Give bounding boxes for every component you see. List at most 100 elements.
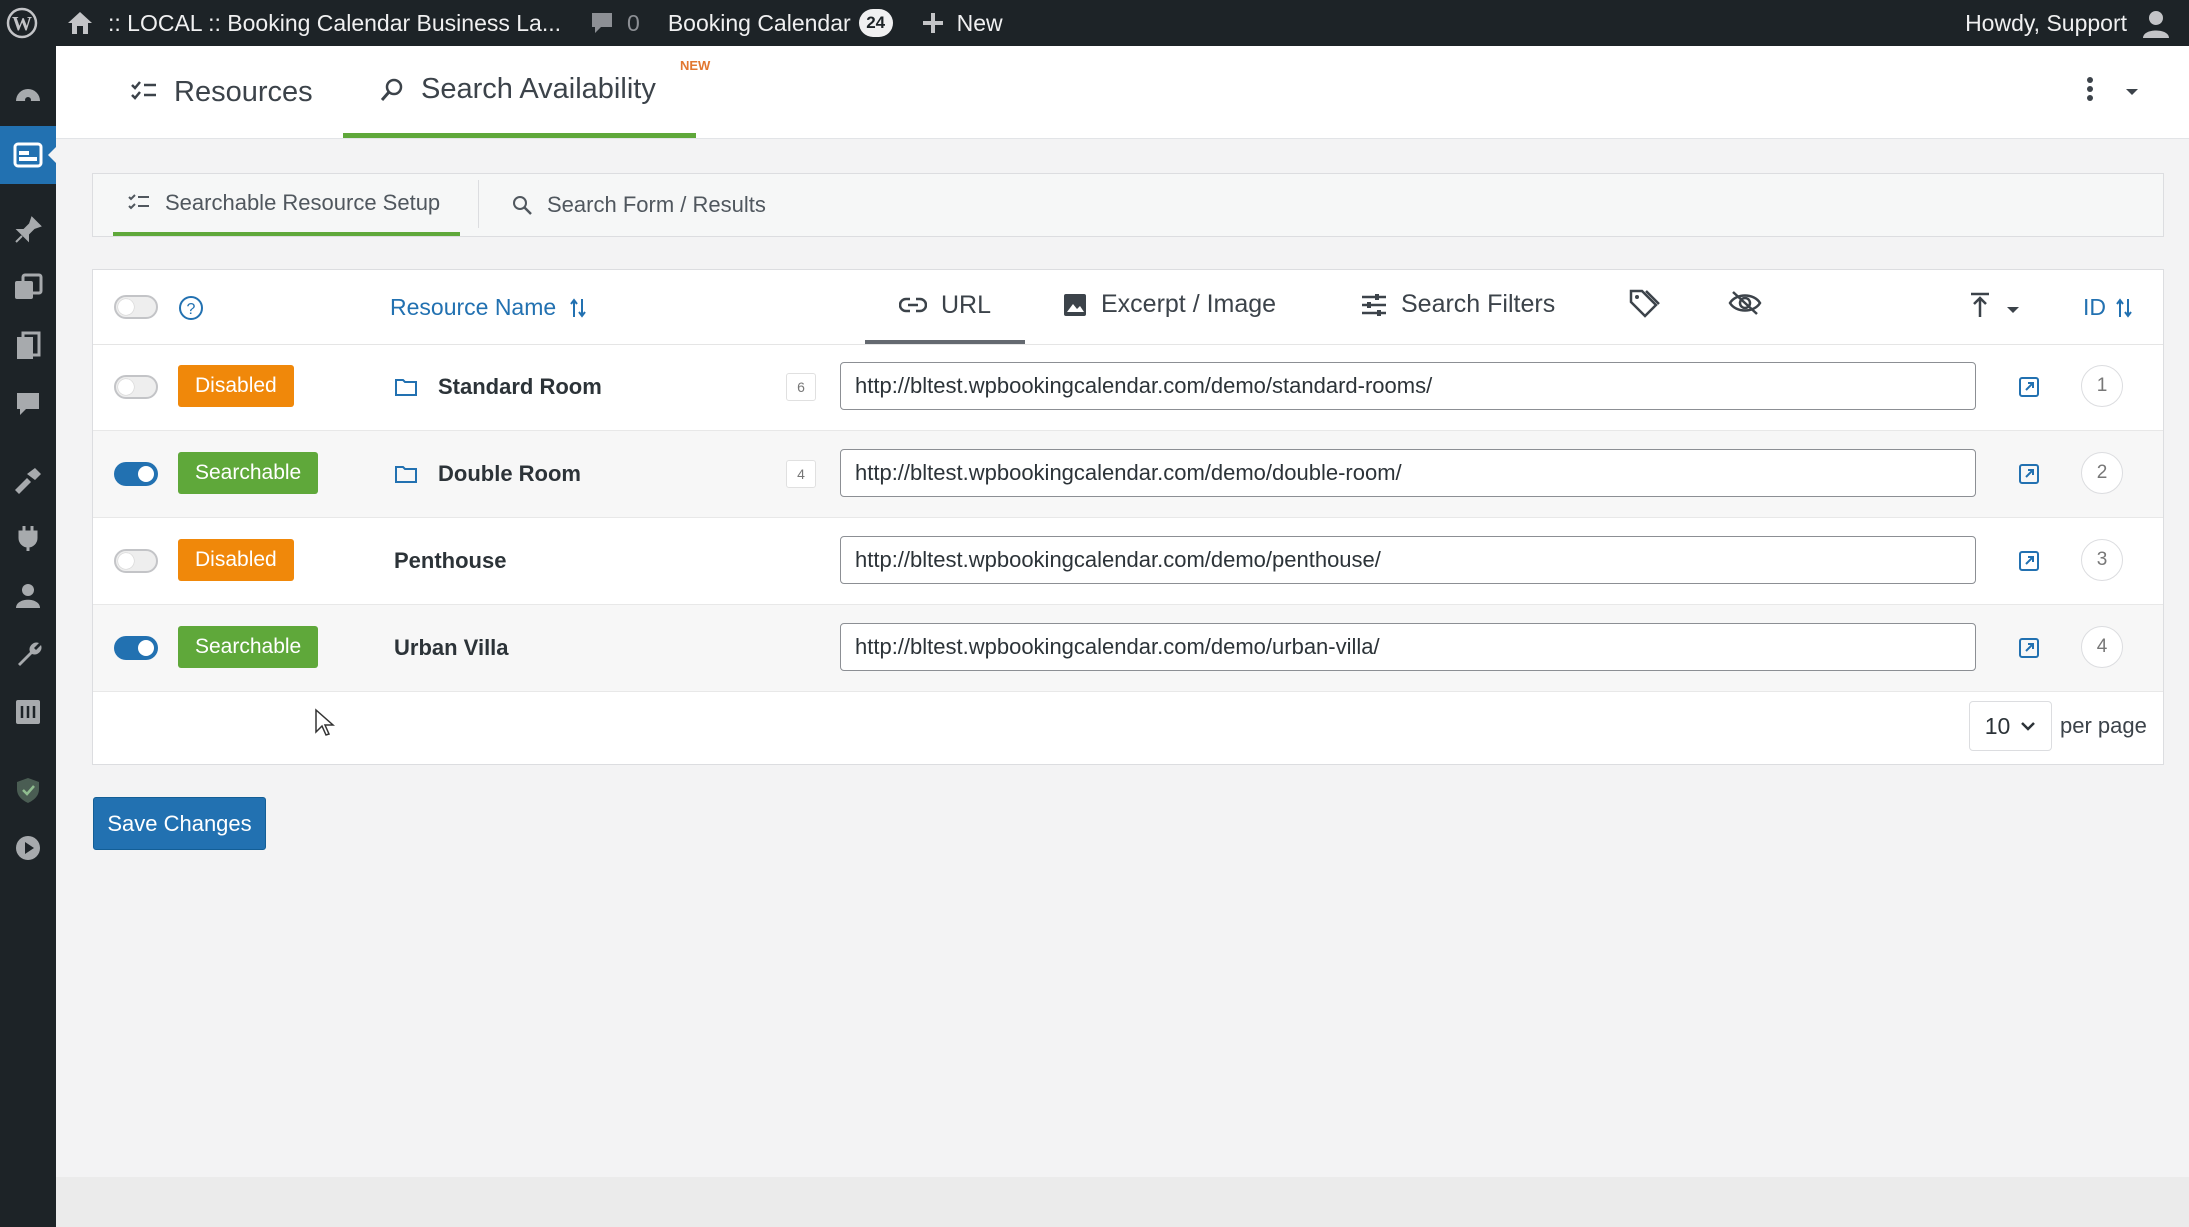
status-badge: Searchable	[178, 626, 319, 668]
tab-resources[interactable]: Resources	[130, 46, 313, 138]
shield-icon[interactable]	[0, 766, 56, 814]
help-icon[interactable]: ?	[178, 295, 204, 326]
booking-calendar-label: Booking Calendar	[667, 9, 851, 36]
tools-icon[interactable]	[0, 630, 56, 678]
settings-icon[interactable]	[0, 688, 56, 736]
select-all-toggle[interactable]	[114, 295, 158, 319]
table-row: Disabled Standard Room 6 1	[93, 344, 2163, 431]
search-icon	[513, 196, 532, 215]
comments-link[interactable]: 0	[575, 0, 654, 46]
resources-table: ? Resource Name URL Excerpt / Image Sear…	[92, 269, 2164, 765]
id-header-label: ID	[2083, 294, 2106, 320]
dashboard-icon[interactable]	[0, 70, 56, 118]
resource-name-text: Penthouse	[394, 548, 507, 573]
resource-id: 2	[2081, 452, 2123, 494]
avatar-icon	[2143, 11, 2169, 38]
checklist-icon	[131, 81, 156, 100]
svg-text:?: ?	[187, 301, 196, 318]
subtab-search-form-label: Search Form / Results	[547, 192, 766, 217]
table-header: ? Resource Name URL Excerpt / Image Sear…	[93, 270, 2163, 345]
subtab-search-form-results[interactable]: Search Form / Results	[511, 174, 766, 236]
resource-name: Urban Villa	[394, 635, 509, 661]
plugins-icon[interactable]	[0, 514, 56, 562]
sub-tabs: Searchable Resource Setup Search Form / …	[92, 173, 2164, 237]
caret-down-icon[interactable]	[2125, 84, 2139, 102]
status-badge: Searchable	[178, 452, 319, 494]
resource-name-sort-header[interactable]: Resource Name	[390, 294, 586, 321]
search-filters-header-label: Search Filters	[1401, 290, 1556, 318]
sort-icon	[570, 297, 586, 318]
column-tab-url[interactable]: URL	[865, 270, 1026, 344]
child-count-badge: 6	[786, 373, 816, 401]
column-options-caret-icon[interactable]	[2006, 302, 2020, 320]
url-header-label: URL	[941, 290, 992, 319]
tab-search-availability-label: Search Availability	[421, 73, 656, 105]
hidden-eye-icon[interactable]	[1728, 290, 1762, 321]
mouse-cursor-icon	[314, 708, 336, 743]
url-input[interactable]	[840, 623, 1976, 671]
row-enable-toggle[interactable]	[114, 462, 158, 486]
external-link-icon[interactable]	[2018, 550, 2040, 577]
save-changes-button[interactable]: Save Changes	[93, 797, 266, 850]
resource-name-text: Double Room	[438, 461, 581, 486]
status-badge: Disabled	[178, 365, 294, 407]
row-enable-toggle[interactable]	[114, 375, 158, 399]
external-link-icon[interactable]	[2018, 376, 2040, 403]
url-input[interactable]	[840, 362, 1976, 410]
id-sort-header[interactable]: ID	[2083, 294, 2132, 321]
column-tab-excerpt-image[interactable]: Excerpt / Image	[1063, 290, 1276, 319]
column-tab-search-filters[interactable]: Search Filters	[1361, 290, 1555, 319]
external-link-icon[interactable]	[2018, 463, 2040, 490]
home-icon	[68, 12, 92, 34]
search-icon	[380, 78, 403, 101]
resource-name: Standard Room	[394, 374, 602, 400]
external-link-icon[interactable]	[2018, 637, 2040, 664]
resource-id: 4	[2081, 626, 2123, 668]
subtab-divider	[478, 180, 479, 228]
per-page-select[interactable]: 10	[1969, 701, 2052, 751]
plugin-top-nav: Resources Search Availability NEW	[56, 46, 2189, 139]
my-account-link[interactable]: Howdy, Support	[1951, 0, 2189, 46]
row-enable-toggle[interactable]	[114, 549, 158, 573]
subtab-searchable-resource-setup[interactable]: Searchable Resource Setup	[113, 174, 461, 236]
url-input[interactable]	[840, 536, 1976, 584]
table-footer: 10 per page	[93, 691, 2163, 764]
footer-area	[56, 1177, 2189, 1227]
row-enable-toggle[interactable]	[114, 636, 158, 660]
excerpt-image-header-label: Excerpt / Image	[1101, 290, 1277, 318]
url-input[interactable]	[840, 449, 1976, 497]
resource-name-text: Standard Room	[438, 374, 602, 399]
site-name-link[interactable]: :: LOCAL :: Booking Calendar Business La…	[52, 0, 575, 46]
tags-icon[interactable]	[1628, 288, 1662, 323]
link-icon	[899, 297, 927, 313]
pin-icon[interactable]	[0, 206, 56, 254]
subtab-setup-label: Searchable Resource Setup	[165, 190, 441, 215]
per-page-value: 10	[1984, 712, 2011, 739]
tab-search-availability[interactable]: Search Availability NEW	[343, 46, 710, 138]
appearance-icon[interactable]	[0, 456, 56, 504]
media-icon[interactable]	[0, 264, 56, 312]
table-row: Disabled Penthouse 3	[93, 518, 2163, 605]
new-content-link[interactable]: New	[907, 0, 1017, 46]
table-row: Searchable Double Room 4 2	[93, 431, 2163, 518]
users-icon[interactable]	[0, 572, 56, 620]
play-icon[interactable]	[0, 824, 56, 872]
comments-icon[interactable]	[0, 380, 56, 428]
align-top-icon[interactable]	[1968, 292, 1992, 323]
more-options-icon[interactable]	[2086, 76, 2094, 107]
resource-id: 3	[2081, 539, 2123, 581]
pages-icon[interactable]	[0, 322, 56, 370]
booking-count-badge: 24	[858, 9, 893, 37]
booking-calendar-menu-icon[interactable]	[0, 126, 57, 184]
resource-id: 1	[2081, 365, 2123, 407]
checklist-icon	[128, 194, 149, 210]
howdy-text: Howdy, Support	[1965, 9, 2127, 36]
svg-text:W: W	[12, 13, 32, 35]
site-title: :: LOCAL :: Booking Calendar Business La…	[108, 9, 562, 36]
admin-bar: W :: LOCAL :: Booking Calendar Business …	[0, 0, 2189, 46]
booking-calendar-link[interactable]: Booking Calendar 24	[654, 0, 907, 46]
image-icon	[1064, 293, 1086, 316]
wordpress-logo-icon[interactable]: W	[0, 0, 52, 46]
sliders-icon	[1362, 293, 1386, 316]
folder-icon	[395, 379, 417, 396]
